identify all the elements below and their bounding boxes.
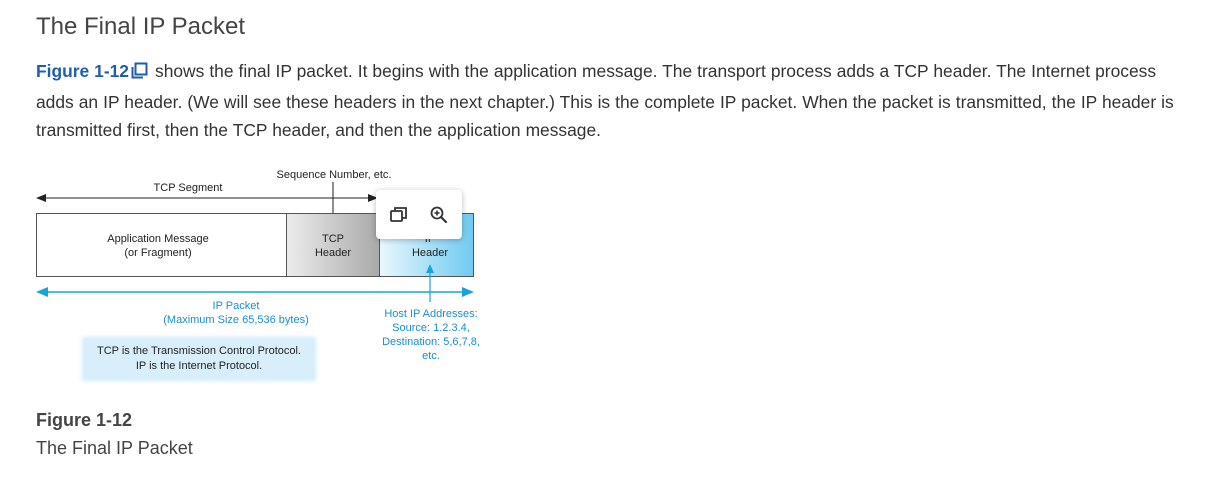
host-ip-label: Host IP Addresses:: [384, 308, 477, 320]
figure-caption-title: The Final IP Packet: [36, 438, 193, 458]
body-paragraph: Figure 1-12 shows the final IP packet. I…: [36, 57, 1196, 145]
tcp-header-box: [286, 213, 380, 277]
figure-caption-number: Figure 1-12: [36, 410, 133, 430]
note-tcp-text: TCP is the Transmission Control Protocol…: [97, 345, 301, 357]
host-ip-etc: etc.: [422, 350, 440, 362]
tcp-header-sublabel: Header: [315, 247, 351, 259]
tcp-segment-arrow: [36, 194, 378, 202]
host-ip-source: Source: 1.2.3.4,: [392, 322, 470, 334]
app-message-sublabel: (or Fragment): [124, 247, 191, 259]
tcp-header-label: TCP: [322, 233, 344, 245]
ip-packet-size-label: (Maximum Size 65,536 bytes): [163, 314, 309, 326]
section-heading: The Final IP Packet: [36, 13, 245, 40]
zoom-in-icon[interactable]: [427, 203, 451, 227]
open-in-window-icon[interactable]: [387, 203, 411, 227]
body-paragraph-text: shows the final IP packet. It begins wit…: [36, 61, 1174, 140]
note-ip-text: IP is the Internet Protocol.: [136, 360, 262, 372]
open-in-new-window-icon[interactable]: [131, 59, 148, 88]
figure-toolbar: [376, 190, 462, 239]
tcp-segment-label: TCP Segment: [154, 182, 223, 194]
host-ip-destination: Destination: 5,6,7,8,: [382, 336, 480, 348]
application-message-box: [36, 213, 287, 277]
ip-packet-label: IP Packet: [213, 300, 260, 312]
ip-header-sublabel: Header: [412, 247, 448, 259]
app-message-label: Application Message: [107, 233, 209, 245]
figure-link[interactable]: Figure 1-12: [36, 61, 129, 81]
ip-packet-arrow: [36, 287, 474, 297]
sequence-number-label: Sequence Number, etc.: [277, 169, 392, 181]
